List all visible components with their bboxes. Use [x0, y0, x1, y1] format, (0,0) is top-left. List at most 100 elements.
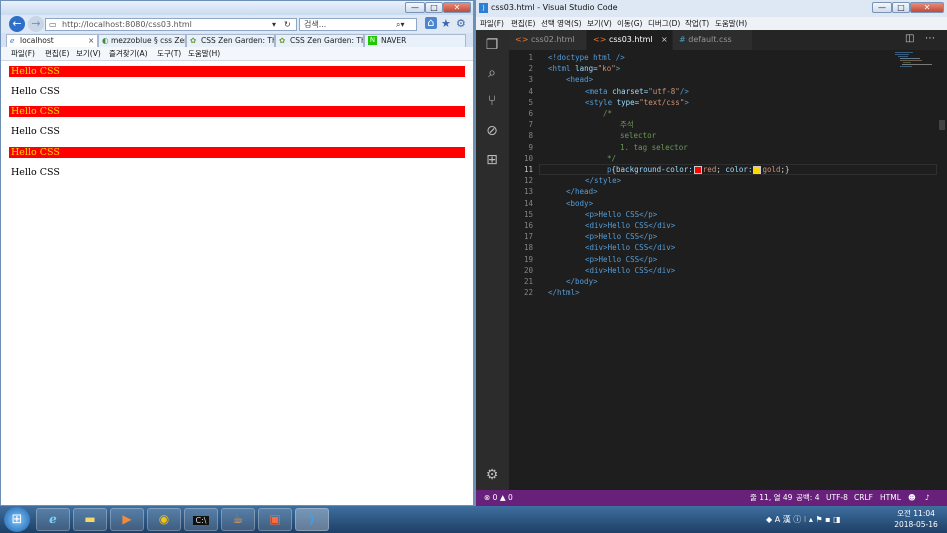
code-editor[interactable]: 1 2 3 4 5 6 7 8 9 10 11 12 13 14 15 16 1…	[509, 50, 947, 490]
code-token: </head>	[566, 187, 598, 196]
search-box[interactable]: 검색... ⌕▾	[299, 18, 417, 31]
dropdown-icon[interactable]: ▾	[272, 19, 276, 30]
back-icon[interactable]: ←	[9, 16, 25, 32]
minimize-button[interactable]: —	[872, 2, 892, 13]
page-icon: ◐	[102, 36, 109, 45]
color-swatch-gold[interactable]	[753, 166, 762, 174]
tab-mezzoblue[interactable]: ◐ mezzoblue § css Zen...	[98, 34, 186, 47]
source-control-icon[interactable]: ⑂	[483, 92, 501, 110]
editor-tabs: <> css02.html <> css03.html × # default.…	[509, 30, 947, 50]
menu-edit[interactable]: 편집(E)	[45, 48, 69, 59]
forward-icon[interactable]: →	[28, 16, 44, 32]
maximize-button[interactable]: □	[425, 2, 443, 13]
menu-file[interactable]: 파일(F)	[11, 48, 35, 59]
language-mode[interactable]: HTML	[880, 490, 901, 506]
menu-tools[interactable]: 도구(T)	[157, 48, 181, 59]
clock[interactable]: 오전 11:04 2018-05-16	[888, 508, 944, 530]
search-icon[interactable]: ⌕	[483, 64, 501, 82]
menu-help[interactable]: 도움말(H)	[188, 48, 220, 59]
code-line: <p>Hello CSS</p>	[585, 231, 657, 242]
explorer-icon[interactable]: ❐	[483, 36, 501, 54]
tab-css02[interactable]: <> css02.html	[509, 30, 587, 50]
terminal-icon[interactable]: C:\	[184, 508, 218, 531]
menu-file[interactable]: 파일(F)	[480, 18, 504, 29]
line-number: 13	[523, 187, 533, 196]
div-plain: Hello CSS	[11, 167, 60, 178]
menu-view[interactable]: 보기(V)	[76, 48, 101, 59]
gear-icon[interactable]: ⚙	[456, 17, 466, 30]
scrollbar[interactable]	[939, 120, 945, 130]
vscode-icon[interactable]: ⟩	[295, 508, 329, 531]
menu-edit[interactable]: 편집(E)	[511, 18, 535, 29]
tab-label: default.css	[688, 35, 732, 44]
media-player-icon[interactable]: ▶	[110, 508, 144, 531]
code-line: p{background-color: red; color: gold;}	[607, 164, 790, 175]
code-line: <div>Hello CSS</div>	[585, 265, 675, 276]
tab-css03[interactable]: <> css03.html ×	[587, 30, 673, 50]
code-line: <p>Hello CSS</p>	[585, 254, 657, 265]
bell-icon[interactable]: ♪	[925, 490, 930, 506]
ie-navbar: ← → ▭ http://localhost:8080/css03.html ▾…	[1, 15, 473, 33]
paragraph-red: Hello CSS	[9, 106, 465, 117]
code-line: 1. tag selector	[620, 142, 688, 153]
tab-zen-garden-1[interactable]: ✿ CSS Zen Garden: The...	[186, 34, 275, 47]
color-swatch-red[interactable]	[693, 166, 702, 174]
debug-icon[interactable]: ⊘	[483, 122, 501, 140]
code-token: <div>Hello CSS</div>	[585, 221, 676, 230]
line-number: 4	[528, 87, 533, 96]
tab-label: css03.html	[608, 35, 653, 44]
refresh-icon[interactable]: ↻	[284, 19, 291, 30]
java-icon[interactable]: ☕	[221, 508, 255, 531]
html-icon: <>	[515, 35, 529, 44]
ie-titlebar: — □ ✕	[1, 1, 473, 15]
chrome-icon[interactable]: ◉	[147, 508, 181, 531]
minimize-button[interactable]: —	[405, 2, 425, 13]
line-ending[interactable]: CRLF	[854, 490, 873, 506]
favorites-icon[interactable]: ★	[441, 17, 451, 30]
split-editor-icon[interactable]: ◫	[905, 33, 914, 44]
vscode-icon: ⟩	[479, 3, 488, 13]
address-bar[interactable]: ▭ http://localhost:8080/css03.html ▾ ↻	[45, 18, 297, 31]
minimap[interactable]	[895, 52, 935, 82]
indent-setting[interactable]: 공백: 4	[796, 490, 819, 506]
menu-favorites[interactable]: 즐겨찾기(A)	[109, 48, 148, 59]
tab-localhost[interactable]: ℯ localhost ×	[6, 34, 98, 47]
close-button[interactable]: ✕	[443, 2, 471, 13]
tab-naver[interactable]: N NAVER	[364, 34, 466, 47]
ie-icon[interactable]: ℯ	[36, 508, 70, 531]
home-icon[interactable]: ⌂	[425, 17, 437, 29]
close-tab-icon[interactable]: ×	[661, 30, 668, 50]
menu-view[interactable]: 보기(V)	[587, 18, 612, 29]
line-number: 15	[523, 210, 533, 219]
tab-label: CSS Zen Garden: The...	[201, 36, 274, 45]
div-plain: Hello CSS	[11, 86, 60, 97]
close-tab-icon[interactable]: ×	[88, 35, 94, 46]
maximize-button[interactable]: □	[892, 2, 910, 13]
code-token: "text/css"	[639, 98, 685, 107]
start-button[interactable]: ⊞	[4, 507, 30, 532]
system-tray[interactable]: ◆ A 漢 ⓘ ⁝ ▴ ⚑ ▪ ◨	[766, 514, 841, 525]
code-token: color:	[725, 165, 753, 174]
code-token: "ko"	[597, 64, 616, 73]
code-token: <div>Hello CSS</div>	[585, 266, 676, 275]
more-icon[interactable]: ⋯	[925, 33, 935, 44]
folder-icon[interactable]: ▬	[73, 508, 107, 531]
editor-app-icon[interactable]: ▣	[258, 508, 292, 531]
menu-selection[interactable]: 선택 영역(S)	[541, 18, 582, 29]
cursor-position[interactable]: 줄 11, 열 49	[750, 490, 792, 506]
code-token: ;}	[780, 165, 790, 174]
line-number: 12	[523, 176, 533, 185]
smiley-icon[interactable]: ☻	[908, 490, 916, 506]
tab-default-css[interactable]: # default.css	[673, 30, 753, 50]
problems-indicator[interactable]: ⊗ 0 ▲ 0	[484, 490, 513, 506]
close-button[interactable]: ✕	[910, 2, 944, 13]
menu-help[interactable]: 도움말(H)	[715, 18, 747, 29]
menu-debug[interactable]: 디버그(D)	[648, 18, 680, 29]
gear-icon[interactable]: ⚙	[483, 466, 501, 484]
tab-zen-garden-2[interactable]: ✿ CSS Zen Garden: The...	[275, 34, 364, 47]
search-icon[interactable]: ⌕▾	[396, 19, 405, 30]
menu-task[interactable]: 작업(T)	[685, 18, 709, 29]
encoding[interactable]: UTF-8	[826, 490, 848, 506]
extensions-icon[interactable]: ⊞	[483, 151, 501, 169]
menu-go[interactable]: 이동(G)	[617, 18, 642, 29]
